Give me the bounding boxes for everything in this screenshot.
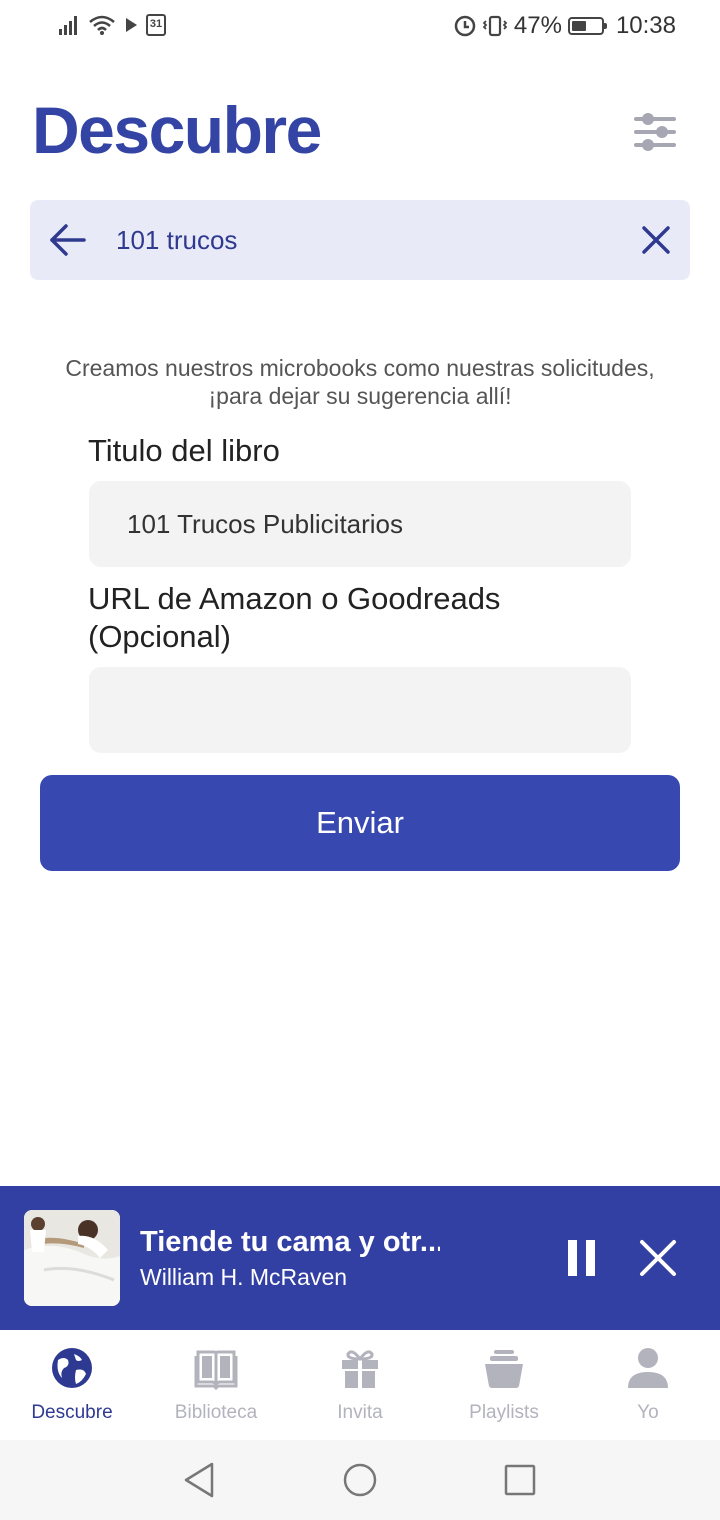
book-title-label: Titulo del libro [88,433,280,468]
globe-icon [52,1348,92,1388]
book-title-field[interactable] [89,481,631,567]
circle-home-icon [343,1463,377,1497]
play-icon [126,18,137,32]
search-input[interactable] [116,220,616,260]
book-url-label: URL de Amazon o Goodreads (Opcional) [88,581,501,654]
nav-item-playlists[interactable]: Playlists [432,1330,576,1440]
page-title: Descubre [32,93,322,167]
search-back-button[interactable] [48,220,88,260]
status-right: 47% 10:38 [454,12,676,40]
vibrate-icon [482,15,508,37]
bottom-nav: Descubre Biblioteca Invita Playlists Yo [0,1330,720,1440]
system-home-button[interactable] [340,1460,380,1500]
nav-label: Biblioteca [174,1402,258,1423]
player-close-button[interactable] [638,1236,678,1280]
wifi-icon [89,15,115,35]
calendar-icon: 31 [146,14,166,36]
gift-icon [342,1350,378,1388]
battery-percent: 47% [513,12,562,39]
pause-icon [568,1240,595,1276]
system-back-button[interactable] [180,1460,220,1500]
nav-item-yo[interactable]: Yo [576,1330,720,1440]
close-icon [640,1240,676,1276]
status-bar: 31 47% 10:38 [0,0,720,56]
arrow-left-icon [50,224,86,256]
nav-label: Invita [337,1402,383,1423]
nav-item-descubre[interactable]: Descubre [0,1330,144,1440]
nav-label: Playlists [469,1402,539,1423]
intro-text: Creamos nuestros microbooks como nuestra… [65,355,655,409]
system-nav-bar [0,1440,720,1520]
book-icon [194,1350,238,1390]
signal-icon [59,16,77,35]
playlist-stack-icon [485,1350,523,1388]
square-recents-icon [504,1464,536,1496]
player-title: Tiende tu cama y otr... [140,1226,440,1258]
nav-label: Yo [637,1402,659,1423]
status-time: 10:38 [615,12,676,39]
sliders-icon [634,113,676,151]
search-bar [30,200,690,280]
data-saver-icon [454,15,476,37]
pause-button[interactable] [562,1236,602,1280]
nav-item-invita[interactable]: Invita [288,1330,432,1440]
book-cover-image[interactable] [24,1210,120,1306]
system-recents-button[interactable] [500,1460,540,1500]
submit-button[interactable]: Enviar [40,775,680,871]
nav-item-biblioteca[interactable]: Biblioteca [144,1330,288,1440]
close-icon [642,226,670,254]
cover-illustration [24,1210,120,1306]
player-author: William H. McRaven [140,1264,348,1290]
battery-icon [567,17,607,35]
search-clear-button[interactable] [636,220,676,260]
user-icon [628,1348,668,1388]
filter-button[interactable] [630,106,680,156]
status-left: 31 [58,14,166,36]
nav-label: Descubre [31,1402,113,1423]
book-url-field[interactable] [89,667,631,753]
triangle-back-icon [184,1462,214,1498]
mini-player[interactable]: Tiende tu cama y otr... William H. McRav… [0,1186,720,1330]
